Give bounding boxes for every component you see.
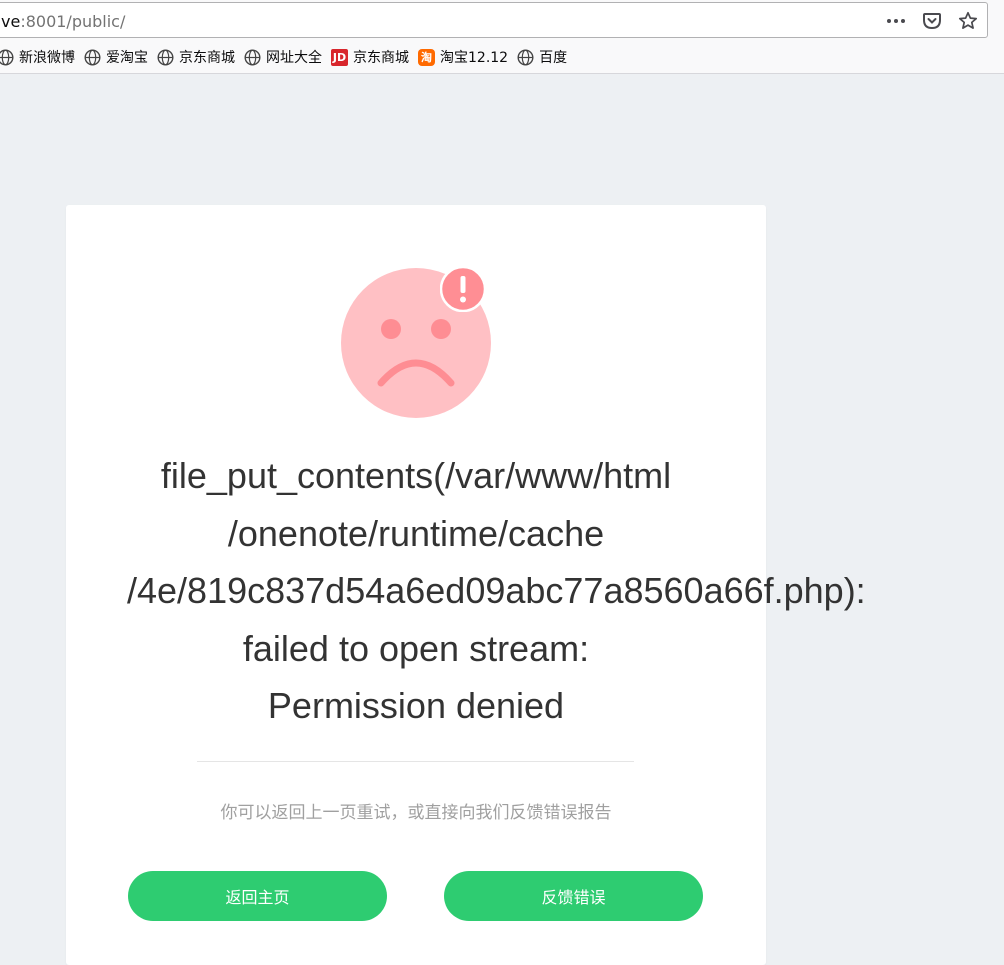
url-host: ve: [1, 12, 21, 31]
error-line: /4e/819c837d54a6ed09abc77a8560a66f.php):: [127, 570, 866, 611]
globe-icon: [517, 48, 534, 66]
error-line: file_put_contents(/var/www/html: [160, 455, 672, 496]
taobao-logo-icon: 淘: [418, 48, 435, 66]
url-text[interactable]: ve:8001/public/: [1, 12, 125, 31]
browser-toolbar: ve:8001/public/: [0, 0, 1004, 41]
error-line: failed to open stream:: [242, 627, 590, 669]
globe-icon: [244, 48, 261, 66]
bookmark-label: 淘宝12.12: [440, 50, 509, 66]
error-line: /onenote/runtime/cache: [227, 512, 605, 554]
back-home-button[interactable]: 返回主页: [128, 871, 387, 921]
page-actions-icon[interactable]: [885, 10, 907, 32]
exclamation-badge-icon: [439, 265, 487, 313]
error-message: file_put_contents(/var/www/html /onenote…: [66, 447, 866, 735]
bookmark-label: 网址大全: [266, 50, 322, 66]
bookmark-label: 京东商城: [179, 50, 235, 66]
bookmark-item[interactable]: 京东商城: [151, 45, 244, 69]
url-path: :8001/public/: [20, 12, 126, 31]
address-bar[interactable]: ve:8001/public/: [0, 2, 988, 38]
report-error-button[interactable]: 反馈错误: [444, 871, 703, 921]
jd-logo-icon: JD: [331, 48, 348, 66]
bookmark-item[interactable]: 新浪微博: [0, 45, 84, 69]
divider: [197, 761, 634, 762]
bookmark-item[interactable]: 淘 淘宝12.12: [412, 45, 517, 69]
bookmarks-toolbar: 新浪微博 爱淘宝 京东商城 网址大全 JD 京东商城 淘 淘宝12.12 百度: [0, 41, 1004, 74]
bookmark-label: 京东商城: [353, 50, 409, 66]
url-actions: [885, 9, 979, 33]
globe-icon: [157, 48, 174, 66]
pocket-icon[interactable]: [921, 10, 943, 32]
bookmark-item[interactable]: 爱淘宝: [78, 45, 157, 69]
bookmark-label: 爱淘宝: [106, 50, 148, 66]
hint-text: 你可以返回上一页重试，或直接向我们反馈错误报告: [220, 803, 612, 823]
bookmark-label: 百度: [539, 50, 568, 66]
bookmark-star-icon[interactable]: [957, 10, 979, 32]
bookmark-item[interactable]: 百度: [511, 45, 576, 69]
bookmark-item[interactable]: 网址大全: [238, 45, 331, 69]
globe-icon: [84, 48, 101, 66]
bookmark-label: 新浪微博: [19, 50, 75, 66]
bookmark-item[interactable]: JD 京东商城: [325, 45, 418, 69]
error-line: Permission denied: [267, 685, 565, 726]
globe-icon: [0, 49, 14, 66]
